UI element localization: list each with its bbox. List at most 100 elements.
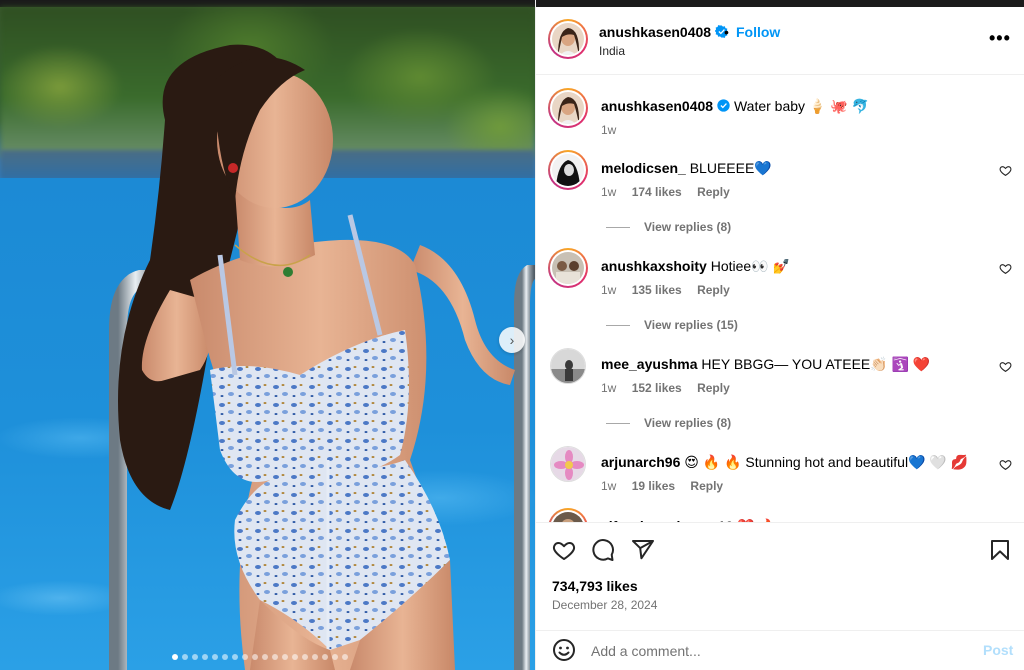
comment-bubble-icon[interactable] bbox=[591, 538, 615, 562]
follow-button[interactable]: Follow bbox=[736, 24, 780, 40]
comment-username[interactable]: anushkaxshoity bbox=[601, 258, 707, 274]
comment-likes[interactable]: 174 likes bbox=[632, 185, 682, 199]
comment-avatar[interactable] bbox=[550, 348, 586, 384]
carousel-dot bbox=[262, 654, 268, 660]
comment-avatar-image bbox=[552, 512, 584, 522]
caption-username[interactable]: anushkasen0408 bbox=[601, 98, 713, 114]
carousel-dots bbox=[172, 654, 348, 660]
person-figure bbox=[118, 44, 515, 670]
comment-avatar[interactable] bbox=[550, 446, 586, 482]
caption-time[interactable]: 1w bbox=[601, 123, 616, 137]
post-date[interactable]: December 28, 2024 bbox=[552, 598, 657, 612]
comment-text: BLUEEEE💙 bbox=[689, 160, 772, 176]
post-side-panel: anushkasen0408 • Follow India ••• anushk… bbox=[535, 0, 1024, 670]
comment-time[interactable]: 1w bbox=[601, 283, 616, 297]
author-username[interactable]: anushkasen0408 bbox=[599, 24, 711, 40]
comment-avatar-image bbox=[551, 349, 585, 383]
carousel-dot bbox=[232, 654, 238, 660]
carousel-dot bbox=[292, 654, 298, 660]
comment-meta: 1w 135 likes Reply bbox=[601, 283, 742, 297]
comment-text: Hotiee👀 💅 bbox=[710, 258, 790, 274]
carousel-next-button[interactable]: › bbox=[499, 327, 525, 353]
comment-avatar[interactable] bbox=[548, 508, 588, 522]
separator-dot: • bbox=[724, 24, 729, 40]
view-replies-button[interactable]: View replies (8) bbox=[606, 416, 731, 430]
comment-line: melodicsen_ BLUEEEE💙 bbox=[601, 160, 772, 177]
view-replies-button[interactable]: View replies (8) bbox=[606, 220, 731, 234]
caption-avatar[interactable] bbox=[548, 88, 588, 128]
author-avatar-image bbox=[552, 23, 584, 55]
comment-avatar[interactable] bbox=[548, 150, 588, 190]
comment-avatar-image bbox=[552, 154, 584, 186]
comment-avatar-image bbox=[551, 447, 585, 481]
comment-reply-button[interactable]: Reply bbox=[697, 381, 730, 395]
carousel-dot bbox=[282, 654, 288, 660]
comment-like-heart-icon[interactable] bbox=[999, 262, 1012, 275]
comment-time[interactable]: 1w bbox=[601, 381, 616, 395]
carousel-dot bbox=[252, 654, 258, 660]
carousel-dot bbox=[202, 654, 208, 660]
comment-username[interactable]: mee_ayushma bbox=[601, 356, 698, 372]
view-replies-label: View replies (15) bbox=[644, 318, 738, 332]
comment-likes[interactable]: 135 likes bbox=[632, 283, 682, 297]
comment-line: arjunarch96 😍 🔥 🔥 Stunning hot and beaut… bbox=[601, 454, 968, 471]
carousel-dot bbox=[182, 654, 188, 660]
comment-username[interactable]: arjunarch96 bbox=[601, 454, 680, 470]
comment-meta: 1w 174 likes Reply bbox=[601, 185, 742, 199]
comment-meta: 1w 152 likes Reply bbox=[601, 381, 742, 395]
comment-reply-button[interactable]: Reply bbox=[690, 479, 723, 493]
carousel-dot bbox=[212, 654, 218, 660]
replies-dash bbox=[606, 227, 630, 229]
post-media[interactable]: › bbox=[0, 0, 535, 670]
panel-top-strip bbox=[536, 0, 1024, 7]
comment-reply-button[interactable]: Reply bbox=[697, 185, 730, 199]
carousel-dot bbox=[222, 654, 228, 660]
replies-dash bbox=[606, 325, 630, 327]
comment-meta: 1w 19 likes Reply bbox=[601, 479, 735, 493]
carousel-dot bbox=[332, 654, 338, 660]
carousel-dot bbox=[322, 654, 328, 660]
more-options-icon[interactable]: ••• bbox=[989, 29, 1011, 47]
comments-list[interactable]: anushkasen0408 Water baby 🍦 🐙 🐬 1w melod… bbox=[536, 76, 1024, 522]
carousel-dot bbox=[172, 654, 178, 660]
share-send-icon[interactable] bbox=[631, 538, 655, 562]
comment-line: mee_ayushma HEY BBGG— YOU ATEEE👏🏻 🛐 ❤️ bbox=[601, 356, 930, 373]
carousel-dot bbox=[342, 654, 348, 660]
comment-reply-button[interactable]: Reply bbox=[697, 283, 730, 297]
caption-meta: 1w bbox=[601, 123, 628, 137]
comment-likes[interactable]: 19 likes bbox=[632, 479, 675, 493]
comment-text: 😍 🔥 🔥 Stunning hot and beautiful💙 🤍 💋 bbox=[684, 454, 969, 470]
comment-username[interactable]: melodicsen_ bbox=[601, 160, 686, 176]
comment-time[interactable]: 1w bbox=[601, 185, 616, 199]
post-location[interactable]: India bbox=[599, 44, 625, 58]
comment-likes[interactable]: 152 likes bbox=[632, 381, 682, 395]
caption-line: anushkasen0408 Water baby 🍦 🐙 🐬 bbox=[601, 98, 869, 115]
caption-text: Water baby 🍦 🐙 🐬 bbox=[733, 98, 869, 114]
add-comment-bar: Post bbox=[536, 630, 1024, 670]
comment-like-heart-icon[interactable] bbox=[999, 164, 1012, 177]
save-bookmark-icon[interactable] bbox=[988, 538, 1012, 562]
add-comment-input[interactable] bbox=[591, 639, 961, 663]
comment-avatar[interactable] bbox=[548, 248, 588, 288]
caption-avatar-image bbox=[552, 92, 584, 124]
view-replies-label: View replies (8) bbox=[644, 416, 732, 430]
view-replies-button[interactable]: View replies (15) bbox=[606, 318, 738, 332]
media-top-strip bbox=[0, 0, 535, 7]
post-actions: 734,793 likes December 28, 2024 bbox=[536, 522, 1024, 630]
view-replies-label: View replies (8) bbox=[644, 220, 732, 234]
carousel-dot bbox=[192, 654, 198, 660]
carousel-dot bbox=[242, 654, 248, 660]
like-heart-icon[interactable] bbox=[552, 538, 576, 562]
comment-avatar-image bbox=[552, 252, 584, 284]
comment-like-heart-icon[interactable] bbox=[999, 360, 1012, 373]
post-comment-button[interactable]: Post bbox=[983, 642, 1013, 658]
likes-count[interactable]: 734,793 likes bbox=[552, 578, 638, 594]
comment-like-heart-icon[interactable] bbox=[999, 458, 1012, 471]
comment-text: HEY BBGG— YOU ATEEE👏🏻 🛐 ❤️ bbox=[701, 356, 931, 372]
verified-badge-icon bbox=[717, 99, 730, 112]
emoji-icon[interactable] bbox=[552, 638, 576, 662]
comment-time[interactable]: 1w bbox=[601, 479, 616, 493]
author-avatar[interactable] bbox=[548, 19, 588, 59]
carousel-dot bbox=[312, 654, 318, 660]
author-username-row[interactable]: anushkasen0408 bbox=[599, 24, 729, 40]
